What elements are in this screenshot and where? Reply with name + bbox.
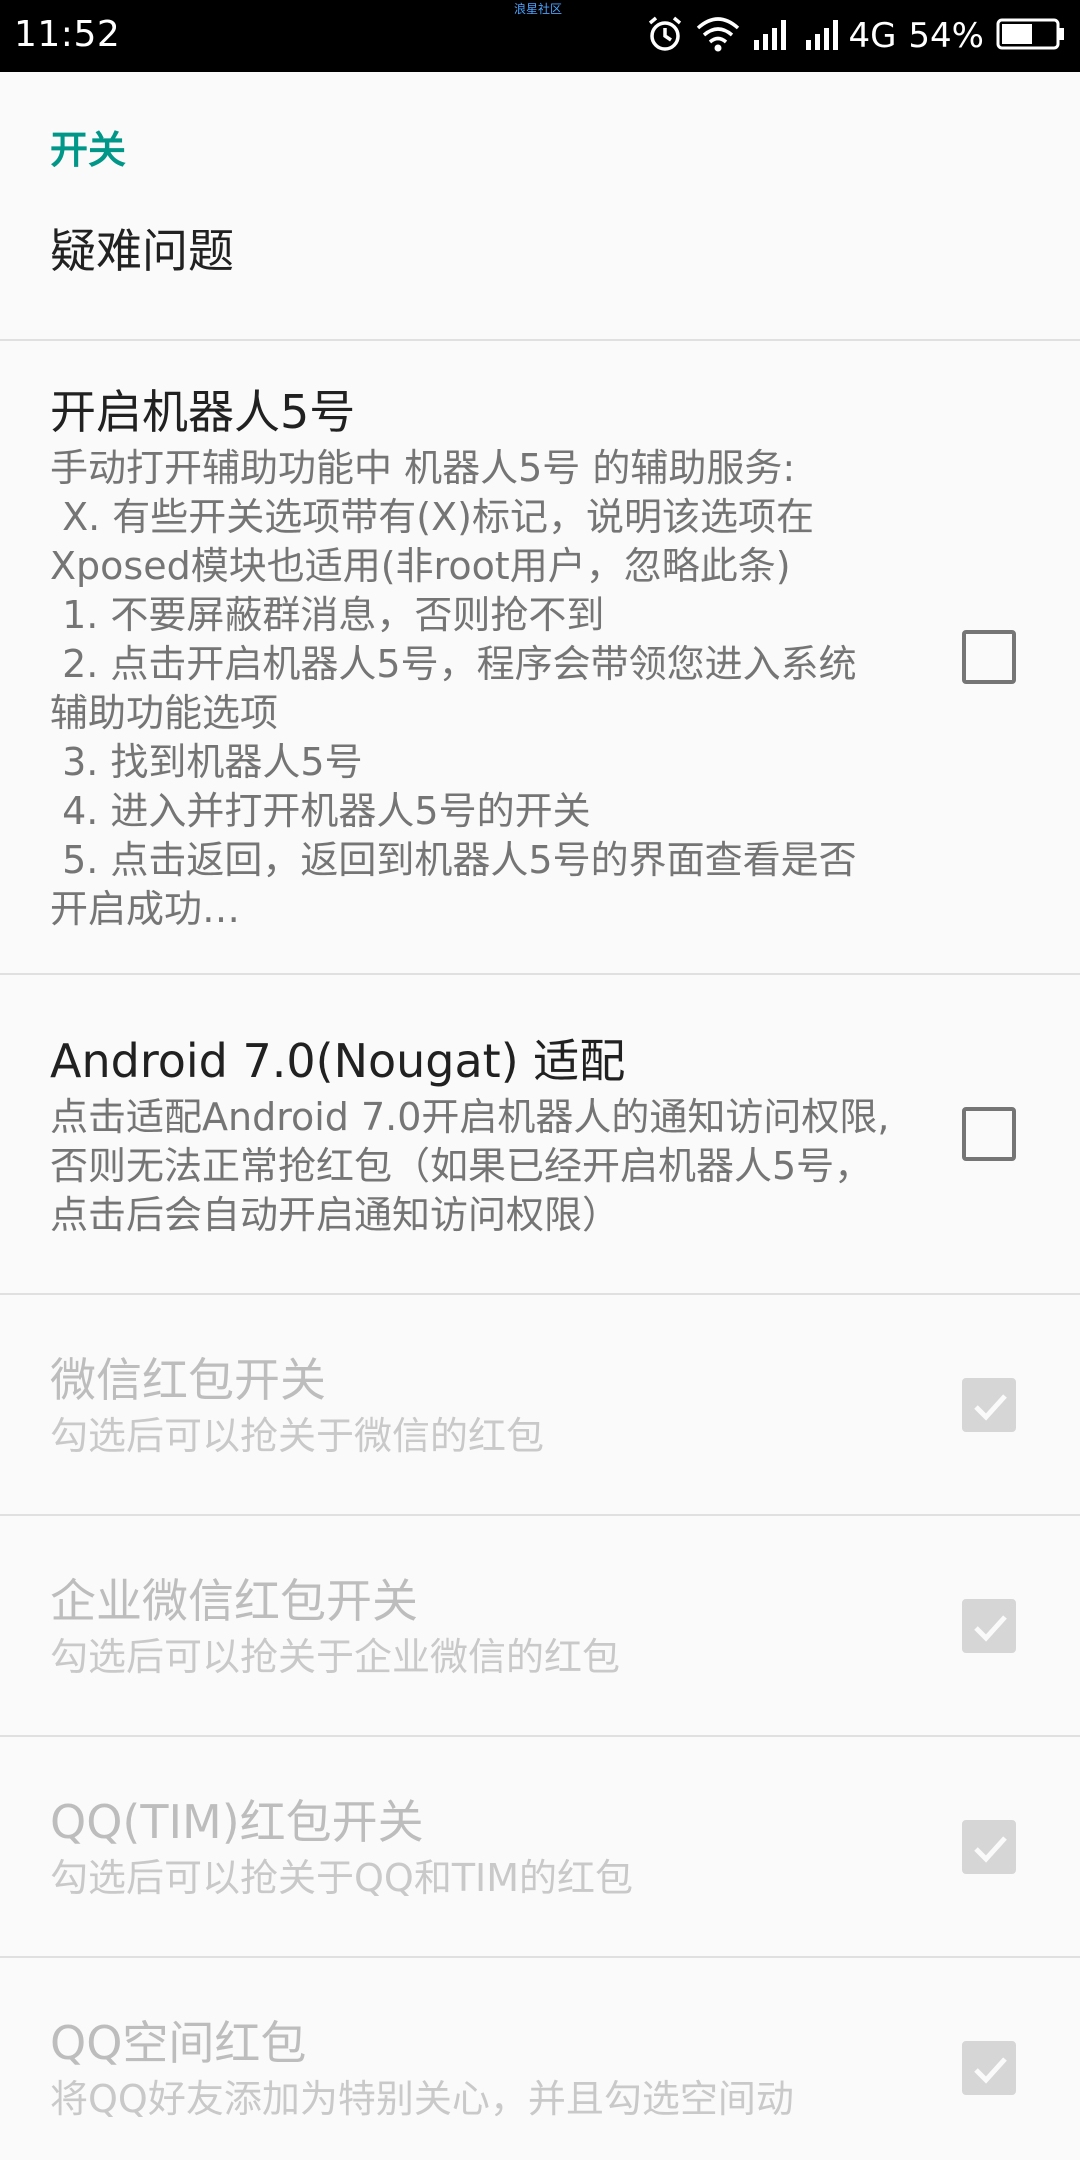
pref-qq-redpacket: QQ(TIM)红包开关 勾选后可以抢关于QQ和TIM的红包 bbox=[0, 1737, 1080, 1958]
status-icons: 4G 54% bbox=[634, 12, 1066, 60]
pref-title: QQ(TIM)红包开关 bbox=[50, 1795, 424, 1849]
pref-android7-adapt[interactable]: Android 7.0(Nougat) 适配 点击适配Android 7.0开启… bbox=[0, 975, 1080, 1295]
network-type: 4G bbox=[848, 16, 897, 56]
checkbox-enable-robot[interactable] bbox=[962, 630, 1016, 684]
wifi-icon bbox=[696, 16, 740, 56]
category-header: 开关 bbox=[50, 127, 127, 172]
pref-summary: 勾选后可以抢关于微信的红包 bbox=[50, 1414, 545, 1458]
pref-summary: 手动打开辅助功能中 机器人5号 的辅助服务: X. 有些开关选项带有(X)标记，… bbox=[50, 446, 857, 931]
checkbox-wework-redpacket bbox=[962, 1598, 1016, 1653]
checkbox-qzone-redpacket bbox=[962, 2040, 1016, 2095]
status-time: 11:52 bbox=[14, 14, 121, 55]
troubleshoot-item[interactable]: 疑难问题 bbox=[0, 192, 1080, 341]
check-icon bbox=[974, 1393, 1007, 1421]
pref-title: 企业微信红包开关 bbox=[50, 1574, 418, 1628]
pref-summary: 勾选后可以抢关于企业微信的红包 bbox=[50, 1635, 621, 1679]
pref-title: Android 7.0(Nougat) 适配 bbox=[50, 1033, 626, 1088]
status-bar: 11:52 浪星社区 4G 54% bbox=[0, 0, 1080, 72]
pref-wework-redpacket: 企业微信红包开关 勾选后可以抢关于企业微信的红包 bbox=[0, 1516, 1080, 1737]
checkbox-wechat-redpacket bbox=[962, 1377, 1016, 1432]
settings-list[interactable]: 开关 疑难问题 开启机器人5号 手动打开辅助功能中 机器人5号 的辅助服务: X… bbox=[0, 72, 1080, 2160]
signal-icon bbox=[752, 16, 792, 56]
pref-wechat-redpacket: 微信红包开关 勾选后可以抢关于微信的红包 bbox=[0, 1295, 1080, 1516]
checkbox-qq-redpacket bbox=[962, 1819, 1016, 1874]
pref-qzone-redpacket: QQ空间红包 将QQ好友添加为特别关心，并且勾选空间动 bbox=[0, 1958, 1080, 2160]
pref-title: QQ空间红包 bbox=[50, 2016, 307, 2070]
pref-title: 微信红包开关 bbox=[50, 1353, 326, 1407]
pref-enable-robot[interactable]: 开启机器人5号 手动打开辅助功能中 机器人5号 的辅助服务: X. 有些开关选项… bbox=[0, 341, 1080, 975]
check-icon bbox=[974, 1835, 1007, 1863]
alarm-icon bbox=[646, 15, 684, 57]
check-icon bbox=[974, 1614, 1007, 1642]
battery-percent: 54% bbox=[908, 16, 984, 56]
pref-summary: 点击适配Android 7.0开启机器人的通知访问权限,否则无法正常抢红包（如果… bbox=[50, 1094, 890, 1237]
pref-title: 开启机器人5号 bbox=[50, 385, 356, 439]
pref-summary: 将QQ好友添加为特别关心，并且勾选空间动 bbox=[50, 2077, 794, 2121]
signal-icon-2 bbox=[804, 16, 844, 56]
checkbox-android7-adapt[interactable] bbox=[962, 1107, 1016, 1161]
status-carrier-label: 浪星社区 bbox=[514, 2, 563, 16]
battery-icon bbox=[996, 17, 1066, 55]
check-icon bbox=[974, 2056, 1007, 2084]
pref-summary: 勾选后可以抢关于QQ和TIM的红包 bbox=[50, 1856, 634, 1900]
